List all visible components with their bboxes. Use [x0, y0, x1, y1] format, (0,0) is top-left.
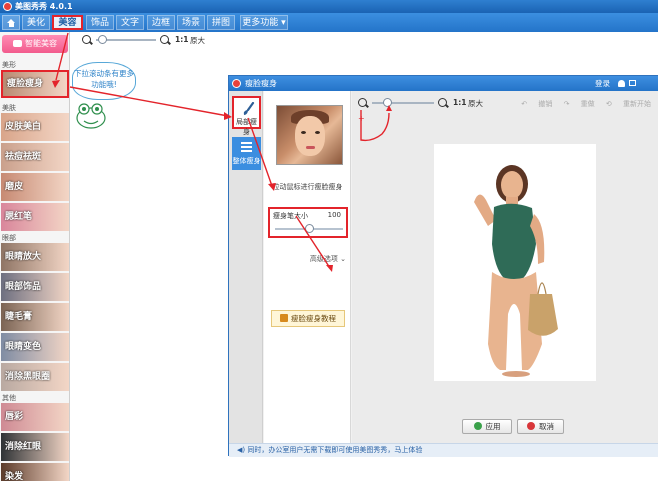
- sidebar-item-acne[interactable]: 祛痘祛斑: [1, 143, 69, 171]
- preview-face: [295, 116, 325, 156]
- brush-icon: [243, 102, 255, 115]
- promo-footer[interactable]: ◀) 同时，办公室用户无需下载即可使用美图秀秀，马上体验: [229, 443, 658, 457]
- slim-tutorial-button[interactable]: 瘦脸瘦身教程: [271, 310, 345, 327]
- zoom-in-icon[interactable]: [160, 35, 169, 44]
- sidebar-item-smooth[interactable]: 磨皮: [1, 173, 69, 201]
- dialog-zoom-original-label[interactable]: 原大: [468, 98, 483, 109]
- reset-label: 重新开始: [623, 100, 651, 108]
- user-icon[interactable]: [618, 80, 625, 87]
- sidebar-item-enlarge-eyes[interactable]: 眼睛放大: [1, 243, 69, 271]
- dialog-zoom-ratio-button[interactable]: 1:1: [453, 98, 466, 107]
- tab-scene[interactable]: 场景: [177, 15, 205, 30]
- sidebar-item-eye-color[interactable]: 眼睛变色: [1, 333, 69, 361]
- tool-whole-slim[interactable]: 整体瘦身: [232, 137, 261, 170]
- zoom-slider-handle[interactable]: [98, 35, 107, 44]
- slim-dialog: 瘦脸瘦身 登录 局部瘦身 整体瘦身 拉动鼠标进行瘦脸瘦身 瘦身笔大小 100 高…: [228, 75, 658, 457]
- sidebar-item-mascara[interactable]: 睫毛膏: [1, 303, 69, 331]
- tab-beautify[interactable]: 美化: [22, 15, 50, 30]
- tab-home[interactable]: [2, 15, 20, 30]
- zoom-ratio-button[interactable]: 1:1: [175, 35, 188, 44]
- slim-options-panel: 拉动鼠标进行瘦脸瘦身 瘦身笔大小 100 高级选项 ⌄ 瘦脸瘦身教程: [264, 91, 351, 443]
- check-icon: [473, 422, 482, 430]
- tutorial-preview-image: [276, 105, 343, 165]
- undo-label: 撤销: [538, 100, 553, 108]
- cancel-button[interactable]: 取消: [517, 419, 564, 434]
- tutorial-book-icon: [280, 314, 288, 322]
- section-label-skin: 美肤: [2, 104, 16, 112]
- section-label-other: 其他: [2, 394, 16, 402]
- dialog-zoom-out-icon[interactable]: [358, 98, 367, 107]
- main-zoom-bar: 1:1 原大: [82, 35, 232, 47]
- sidebar-item-lip-color[interactable]: 唇彩: [1, 403, 69, 431]
- edited-photo[interactable]: [434, 144, 596, 381]
- frog-mascot-icon: [76, 103, 106, 129]
- woman-photo-image: [474, 165, 558, 377]
- tab-accessories[interactable]: 饰品: [86, 15, 114, 30]
- redo-label: 重做: [580, 100, 595, 108]
- tutorial-label: 瘦脸瘦身教程: [291, 314, 336, 323]
- sidebar-item-red-eye[interactable]: 消除红眼: [1, 433, 69, 461]
- advanced-options-label: 高级选项: [309, 255, 338, 263]
- preview-mouth: [306, 146, 315, 149]
- reset-button[interactable]: ⟲ 重新开始: [606, 100, 651, 108]
- sidebar-item-blush[interactable]: 腮红笔: [1, 203, 69, 231]
- sidebar-item-hair-dye[interactable]: 染发: [1, 463, 69, 481]
- tab-text[interactable]: 文字: [116, 15, 144, 30]
- usage-hint: 拉动鼠标进行瘦脸瘦身: [272, 183, 343, 191]
- sidebar-item-whiten[interactable]: 皮肤美白: [1, 113, 69, 141]
- edit-history-toolbar: ↶ 撤销 ↷ 重做 ⟲ 重新开始: [512, 99, 651, 109]
- undo-button[interactable]: ↶ 撤销: [521, 100, 552, 108]
- apply-label: 应用: [485, 422, 501, 431]
- sidebar-item-eye-accessory[interactable]: 眼部饰品: [1, 273, 69, 301]
- tab-beauty[interactable]: 美容: [52, 15, 83, 30]
- window-restore-icon[interactable]: [629, 80, 636, 86]
- apply-button[interactable]: 应用: [462, 419, 512, 434]
- cancel-label: 取消: [539, 422, 554, 431]
- speaker-icon: ◀): [237, 446, 248, 454]
- promo-text: 同时，办公室用户无需下载即可使用美图秀秀，马上体验: [247, 446, 423, 454]
- menu-lines-icon: [241, 142, 252, 152]
- tab-frame[interactable]: 边框: [147, 15, 175, 30]
- advanced-options-toggle[interactable]: 高级选项 ⌄: [264, 254, 346, 264]
- dialog-zoom-slider-track[interactable]: [372, 102, 434, 104]
- one-click-beauty-button[interactable]: 智能美容: [2, 35, 68, 53]
- makeup-icon: [13, 40, 22, 47]
- tab-collage[interactable]: 拼图: [207, 15, 235, 30]
- dialog-logo-icon: [232, 79, 241, 88]
- dialog-zoom-bar: 1:1 原大: [358, 98, 483, 110]
- tool-local-slim[interactable]: 局部瘦身: [232, 96, 261, 136]
- close-icon: [527, 422, 535, 430]
- section-label-eyes: 眼部: [2, 234, 16, 242]
- zoom-out-icon[interactable]: [82, 35, 91, 44]
- dialog-title: 瘦脸瘦身: [245, 79, 277, 88]
- tab-more-features[interactable]: 更多功能 ▾: [240, 15, 288, 30]
- feature-sidebar: 智能美容 美形 瘦脸瘦身 美肤 皮肤美白 祛痘祛斑 磨皮 腮红笔 眼部 眼睛放大…: [0, 32, 70, 481]
- dialog-zoom-slider-handle[interactable]: [383, 98, 392, 107]
- app-title: 美图秀秀 4.0.1: [15, 2, 73, 11]
- menu-bar: 美化 美容 饰品 文字 边框 场景 拼图 更多功能 ▾: [0, 13, 658, 32]
- dialog-title-bar: 瘦脸瘦身 登录: [229, 76, 658, 91]
- section-label-shape: 美形: [2, 61, 16, 69]
- scroll-hint-callout: 下拉滚动条有更多功能哦!: [72, 62, 136, 100]
- preview-eye-left: [301, 131, 306, 134]
- app-logo-icon: [3, 2, 12, 11]
- sidebar-item-dark-circles[interactable]: 消除黑眼圈: [1, 363, 69, 391]
- sidebar-item-slim[interactable]: 瘦脸瘦身: [1, 70, 69, 98]
- login-link[interactable]: 登录: [595, 76, 610, 91]
- home-icon: [6, 19, 16, 27]
- brush-size-control: 瘦身笔大小 100: [268, 207, 348, 238]
- chevron-down-icon: ⌄: [340, 255, 346, 263]
- brush-size-label: 瘦身笔大小: [273, 212, 308, 220]
- slim-mode-toolbar: 局部瘦身 整体瘦身: [229, 91, 263, 443]
- app-title-bar: 美图秀秀 4.0.1: [0, 0, 658, 13]
- dialog-zoom-in-icon[interactable]: [438, 98, 447, 107]
- preview-eye-right: [315, 131, 320, 134]
- brush-size-slider-handle[interactable]: [304, 224, 314, 233]
- zoom-original-size-label[interactable]: 原大: [190, 35, 205, 46]
- redo-button[interactable]: ↷ 重做: [564, 100, 595, 108]
- brush-size-value: 100: [327, 211, 341, 219]
- image-canvas[interactable]: 1:1 原大 ↶ 撤销 ↷ 重做 ⟲ 重新开始 应用 取消: [352, 91, 658, 443]
